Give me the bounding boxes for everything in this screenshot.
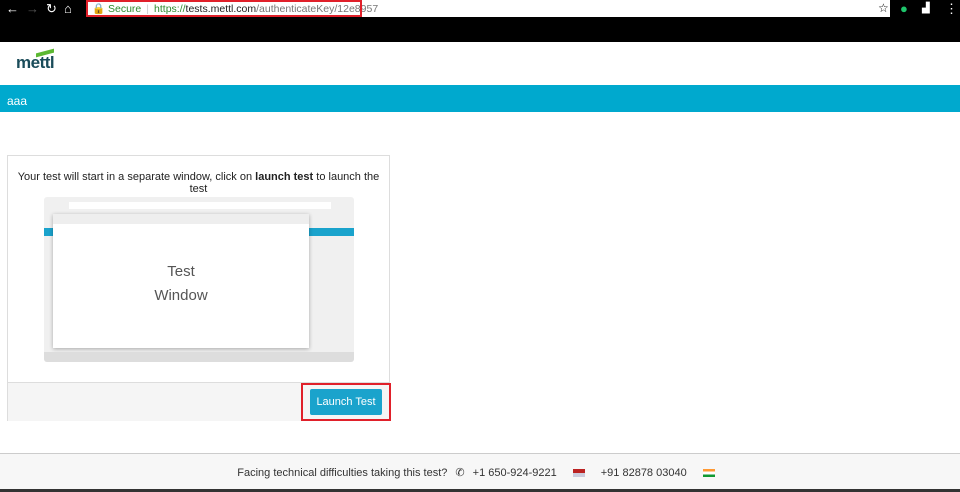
mock-title-line1: Test [167,263,195,280]
browser-toolbar: ← → ↻ ⌂ 🔒 Secure | https://tests.mettl.com… [0,0,960,17]
card-actions: Launch Test [8,382,391,421]
back-icon[interactable]: ← [6,0,19,17]
extension-icon[interactable]: ● [900,0,908,17]
us-phone: +1 650-924-9221 [472,467,557,479]
forward-icon[interactable]: → [26,0,39,17]
mettl-logo: mettl [16,53,55,72]
browser-band [0,17,960,42]
support-text: Facing technical difficulties taking thi… [237,467,448,479]
launch-card: Your test will start in a separate windo… [7,155,391,421]
india-flag-icon [702,469,715,478]
menu-icon[interactable]: ⋮ [945,0,958,17]
india-phone: +91 82878 03040 [600,467,687,479]
extension-chart-icon[interactable]: ▟ [922,0,930,17]
launch-test-button[interactable]: Launch Test [310,389,382,415]
site-header [0,42,960,85]
test-window-illustration: Test Window [44,197,354,362]
reload-icon[interactable]: ↻ [46,0,57,17]
home-icon[interactable]: ⌂ [64,0,72,17]
star-icon[interactable]: ☆ [878,0,889,17]
us-flag-icon [572,469,585,478]
url-highlight [86,0,362,17]
mock-title-line2: Window [154,287,208,304]
test-title-band: aaa [0,85,960,112]
instruction-text: Your test will start in a separate windo… [17,171,380,195]
support-footer: Facing technical difficulties taking thi… [0,453,960,492]
phone-icon: ✆ [455,467,465,479]
